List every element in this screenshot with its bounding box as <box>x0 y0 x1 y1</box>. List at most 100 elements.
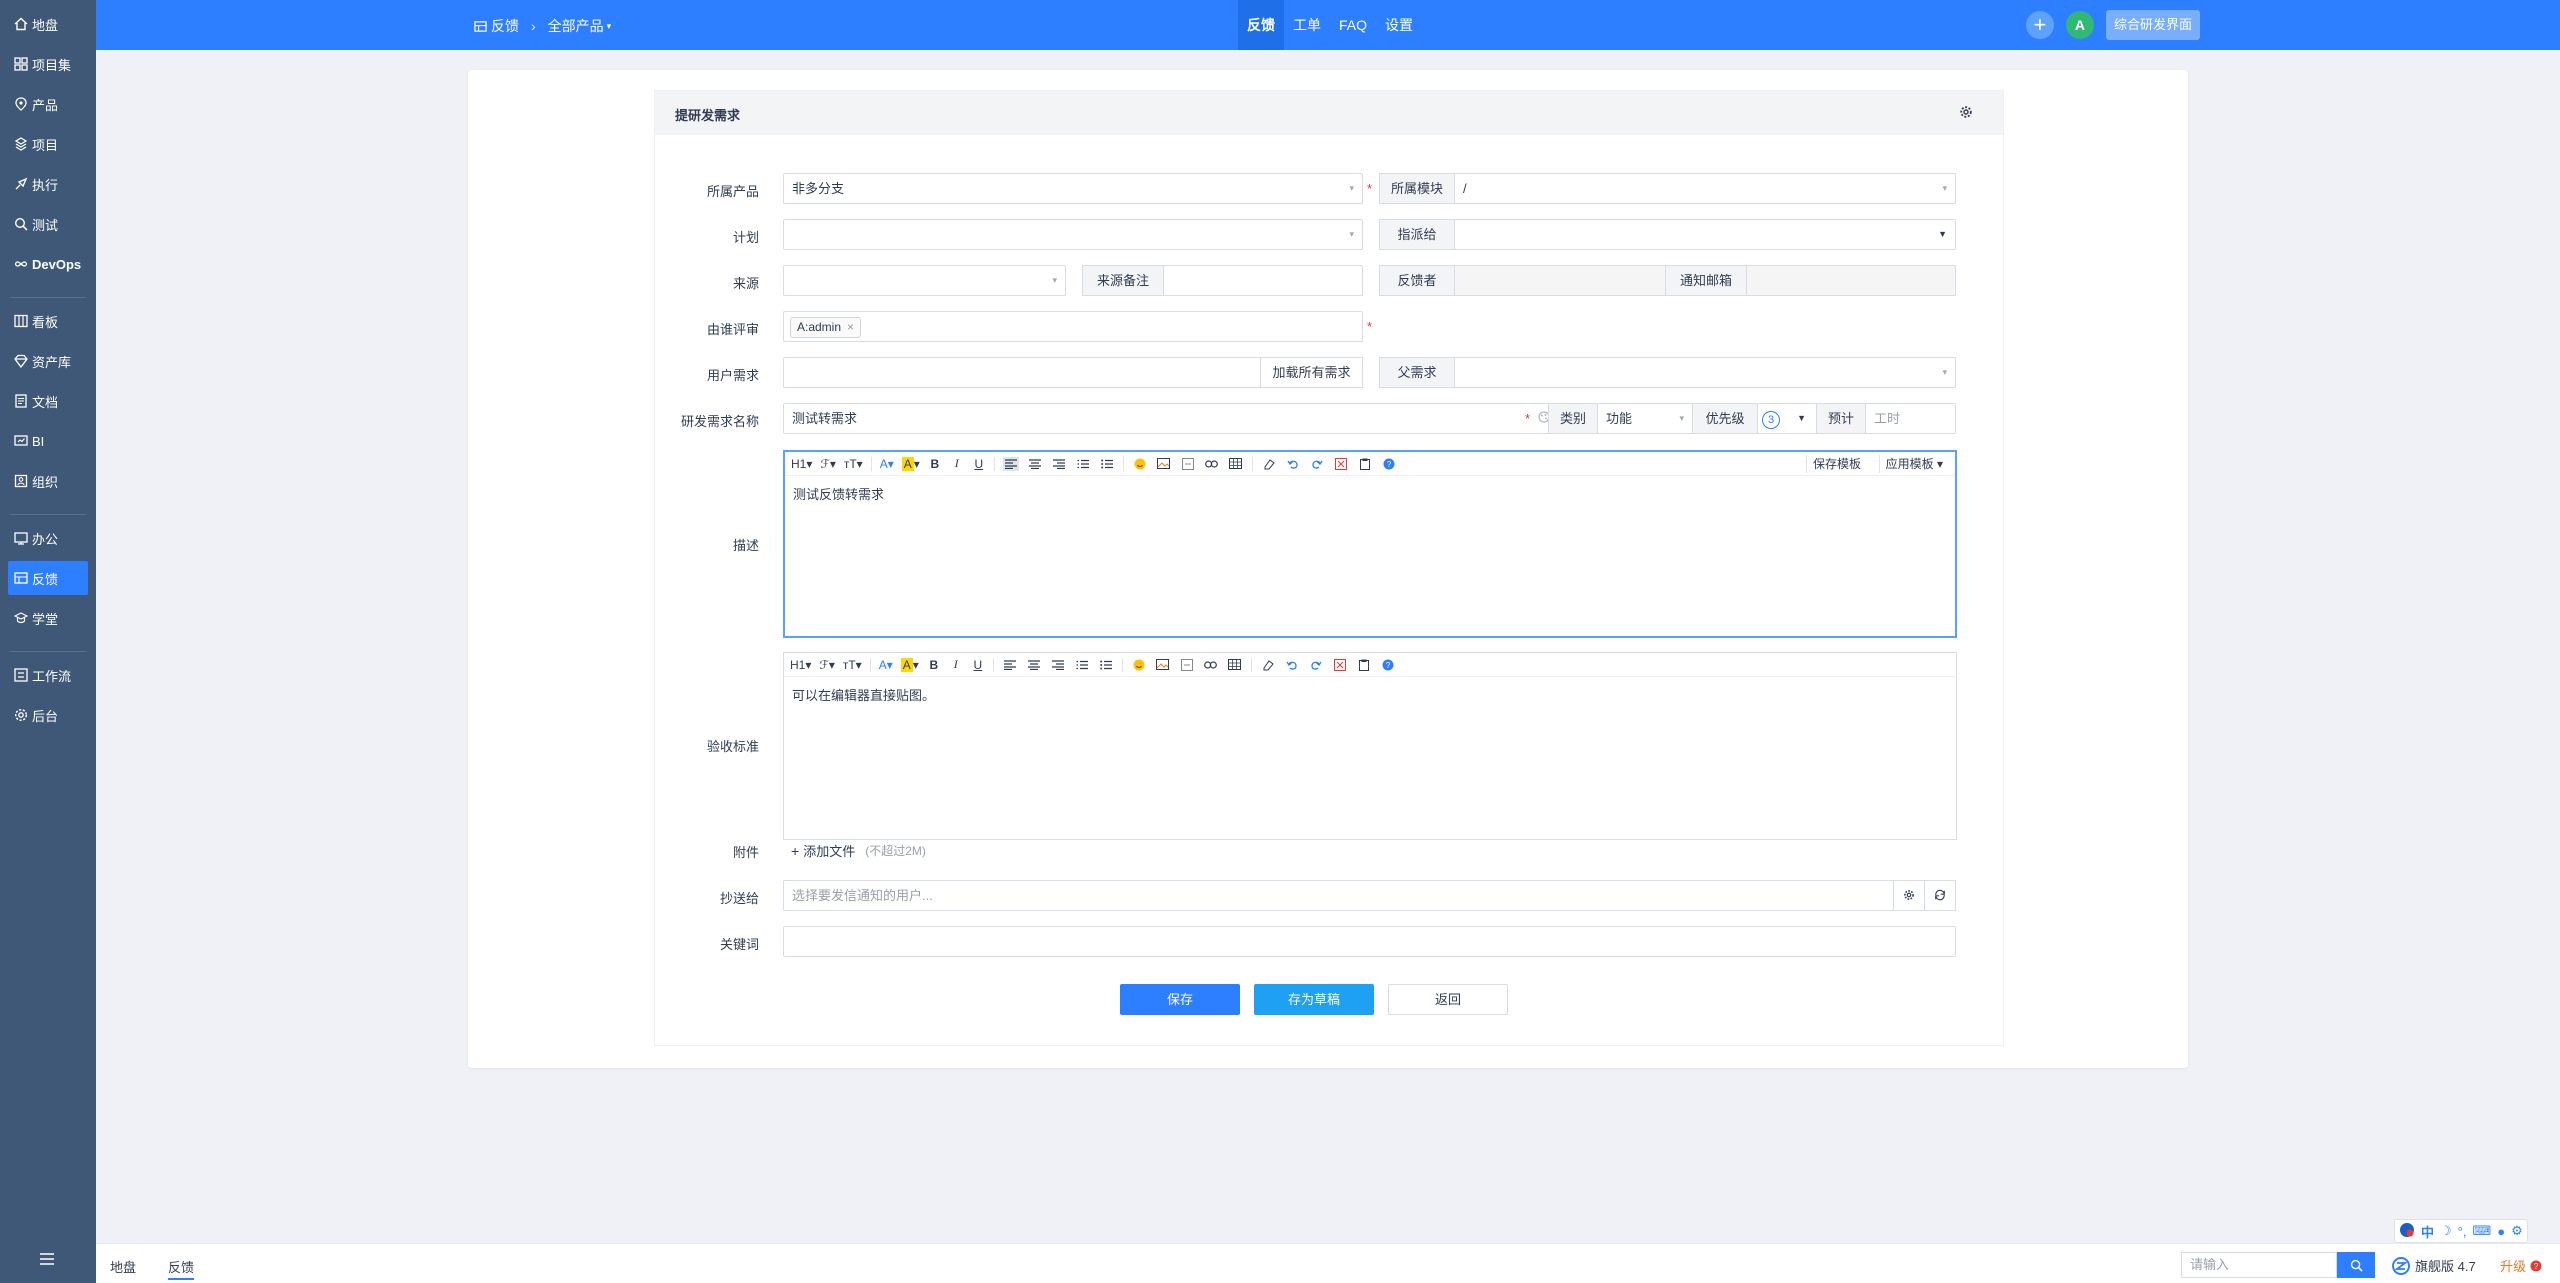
moon-icon[interactable]: ☽ <box>2440 1223 2452 1239</box>
tab-settings[interactable]: 设置 <box>1376 0 1422 50</box>
acceptance-content[interactable]: 可以在编辑器直接贴图。 <box>784 677 1956 712</box>
paste-icon[interactable] <box>1356 658 1372 672</box>
sidebar-item-office[interactable]: 办公 <box>8 521 88 555</box>
link-icon[interactable] <box>1203 658 1219 672</box>
quick-create-button[interactable]: + <box>2025 11 2054 39</box>
cc-settings-button[interactable] <box>1893 880 1925 911</box>
add-file-button[interactable]: + 添加文件 (不超过2M) <box>791 841 926 860</box>
description-editor[interactable]: H1 ▾ ℱ ▾ тT ▾ A ▾ A ▾ B I U ? 保存模板 应用模板 … <box>783 450 1957 638</box>
font-size-button[interactable]: тT ▾ <box>843 657 862 673</box>
load-all-requirements-button[interactable]: 加载所有需求 <box>1260 357 1363 388</box>
font-size-button[interactable]: тT ▾ <box>844 456 863 472</box>
upgrade-link[interactable]: 升级 ? <box>2500 1256 2542 1275</box>
font-color-button[interactable]: A ▾ <box>879 657 893 673</box>
plan-select[interactable]: ▾ <box>783 219 1363 250</box>
underline-button[interactable]: U <box>972 456 986 472</box>
undo-icon[interactable] <box>1285 457 1301 471</box>
image-icon[interactable] <box>1155 658 1171 672</box>
align-right-icon[interactable] <box>1051 457 1067 471</box>
avatar[interactable]: A <box>2065 11 2094 39</box>
menu-toggle-icon[interactable] <box>38 1252 56 1266</box>
align-right-icon[interactable] <box>1050 658 1066 672</box>
save-button[interactable]: 保存 <box>1120 984 1240 1015</box>
category-select[interactable]: 功能 ▾ <box>1597 403 1693 434</box>
bold-button[interactable]: B <box>927 657 941 673</box>
global-search-input[interactable]: 请输入 <box>2181 1252 2337 1278</box>
sidebar-item-program[interactable]: 项目集 <box>8 47 88 81</box>
fullscreen-icon[interactable] <box>1332 658 1348 672</box>
sidebar-item-doc[interactable]: 文档 <box>8 384 88 418</box>
table-icon[interactable] <box>1228 457 1244 471</box>
notify-email-input[interactable] <box>1746 265 1956 296</box>
sidebar-item-devops[interactable]: DevOps <box>8 247 88 281</box>
feedback-by-input[interactable] <box>1454 265 1666 296</box>
priority-select[interactable]: 3 ▼ <box>1757 403 1817 434</box>
sidebar-item-org[interactable]: 组织 <box>8 464 88 498</box>
ordered-list-icon[interactable] <box>1075 457 1091 471</box>
version-info[interactable]: 旗舰版 4.7 <box>2392 1256 2476 1275</box>
link-icon[interactable] <box>1204 457 1220 471</box>
name-input[interactable]: 测试转需求 <box>783 403 1549 434</box>
flash-icon[interactable] <box>1179 658 1195 672</box>
tab-feedback[interactable]: 反馈 <box>1238 0 1284 50</box>
ordered-list-icon[interactable] <box>1074 658 1090 672</box>
bottom-crumb-feedback[interactable]: 反馈 <box>168 1257 195 1280</box>
estimate-input[interactable]: 工时 <box>1865 403 1956 434</box>
sidebar-item-execution[interactable]: 执行 <box>8 167 88 201</box>
italic-button[interactable]: I <box>950 456 964 472</box>
align-left-icon[interactable] <box>1002 456 1019 471</box>
sidebar-item-project[interactable]: 项目 <box>8 127 88 161</box>
sidebar-item-product[interactable]: 产品 <box>8 87 88 121</box>
bold-button[interactable]: B <box>928 456 942 472</box>
bg-color-button[interactable]: A ▾ <box>901 456 920 472</box>
heading-button[interactable]: H1 ▾ <box>790 657 811 673</box>
cc-refresh-button[interactable] <box>1924 880 1956 911</box>
emoji-icon[interactable] <box>1131 658 1147 672</box>
bottom-crumb-home[interactable]: 地盘 <box>110 1257 136 1276</box>
sidebar-item-workflow[interactable]: 工作流 <box>8 658 88 692</box>
remove-icon[interactable]: × <box>847 320 854 334</box>
heading-button[interactable]: H1 ▾ <box>791 456 812 472</box>
switch-interface-button[interactable]: 综合研发界面 <box>2105 10 2200 40</box>
keyboard-icon[interactable]: ⌨ <box>2472 1223 2491 1239</box>
breadcrumb-module[interactable]: 反馈 <box>491 16 519 36</box>
eraser-icon[interactable] <box>1261 457 1277 471</box>
acceptance-editor[interactable]: H1 ▾ ℱ ▾ тT ▾ A ▾ A ▾ B I U ? 可以在编辑器直接贴图… <box>783 652 1957 840</box>
gear-icon[interactable] <box>1959 105 1973 119</box>
sidebar-item-test[interactable]: 测试 <box>8 207 88 241</box>
underline-button[interactable]: U <box>971 657 985 673</box>
description-content[interactable]: 测试反馈转需求 <box>785 476 1955 511</box>
apply-template-button[interactable]: 应用模板 ▾ <box>1878 455 1949 473</box>
eraser-icon[interactable] <box>1260 658 1276 672</box>
redo-icon[interactable] <box>1308 658 1324 672</box>
user-req-select[interactable] <box>783 357 1261 388</box>
sidebar-item-admin[interactable]: 后台 <box>8 698 88 732</box>
tab-ticket[interactable]: 工单 <box>1284 0 1330 50</box>
sidebar-item-bi[interactable]: BI <box>8 424 88 458</box>
search-button[interactable] <box>2337 1252 2375 1278</box>
assign-select[interactable]: ▼ <box>1454 219 1956 250</box>
keywords-input[interactable] <box>783 926 1956 957</box>
punctuation-icon[interactable]: °, <box>2458 1224 2467 1239</box>
italic-button[interactable]: I <box>949 657 963 673</box>
unordered-list-icon[interactable] <box>1099 457 1115 471</box>
module-select[interactable]: / ▾ <box>1454 173 1956 204</box>
source-select[interactable]: ▾ <box>783 265 1066 296</box>
align-center-icon[interactable] <box>1027 457 1043 471</box>
sidebar-item-kanban[interactable]: 看板 <box>8 304 88 338</box>
help-icon[interactable]: ? <box>1381 457 1397 471</box>
sidebar-item-assets[interactable]: 资产库 <box>8 344 88 378</box>
tab-faq[interactable]: FAQ <box>1330 0 1376 50</box>
product-select[interactable]: 非多分支 ▾ <box>783 173 1363 204</box>
font-color-button[interactable]: A ▾ <box>880 456 894 472</box>
align-center-icon[interactable] <box>1026 658 1042 672</box>
bg-color-button[interactable]: A ▾ <box>900 657 919 673</box>
parent-select[interactable]: ▾ <box>1454 357 1956 388</box>
cc-select[interactable]: 选择要发信通知的用户... <box>783 880 1894 911</box>
source-note-input[interactable] <box>1163 265 1363 296</box>
font-family-button[interactable]: ℱ ▾ <box>819 657 834 673</box>
save-draft-button[interactable]: 存为草稿 <box>1254 984 1374 1015</box>
fullscreen-icon[interactable] <box>1333 457 1349 471</box>
sidebar-item-school[interactable]: 学堂 <box>8 601 88 635</box>
sidebar-item-home[interactable]: 地盘 <box>8 7 88 41</box>
